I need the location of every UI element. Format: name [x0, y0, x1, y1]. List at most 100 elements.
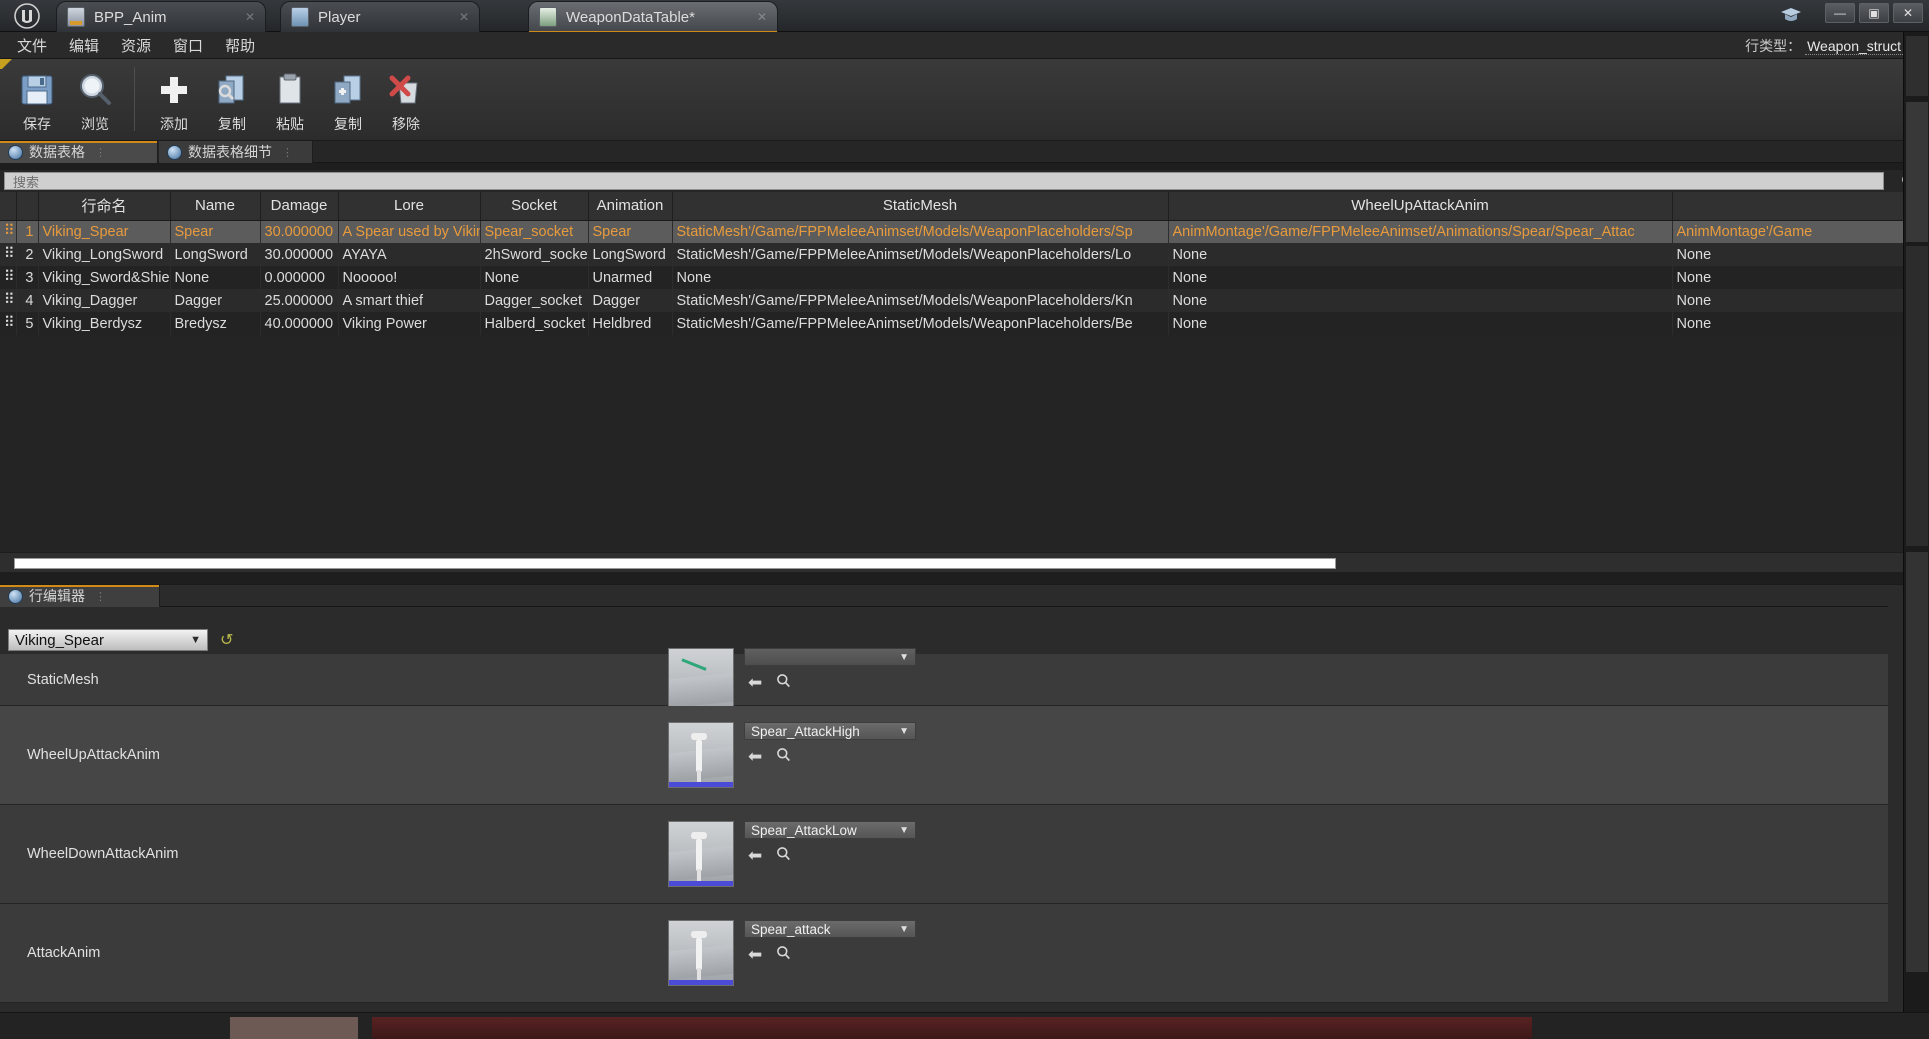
cell-staticmesh[interactable]: StaticMesh'/Game/FPPMeleeAnimset/Models/…	[672, 243, 1169, 266]
cell-socket[interactable]: Dagger_socket	[480, 289, 589, 312]
cell-lore[interactable]: AYAYA	[338, 243, 481, 266]
table-row[interactable]: ⠿ 3 Viking_Sword&Shield None 0.000000 No…	[0, 266, 1917, 289]
row-type-value[interactable]: Weapon_struct	[1805, 38, 1903, 55]
cell-animation[interactable]: Unarmed	[588, 266, 673, 289]
cell-socket[interactable]: None	[480, 266, 589, 289]
cell-lore[interactable]: A Spear used by Viking	[338, 220, 481, 243]
cell-row-name[interactable]: Viking_Dagger	[38, 289, 171, 312]
tab-close-icon[interactable]: ✕	[231, 10, 255, 24]
scrollbar-thumb[interactable]	[14, 558, 1336, 569]
cell-wheelupattackanim[interactable]: None	[1168, 289, 1673, 312]
row-drag-handle[interactable]: ⠿	[0, 266, 17, 289]
cell-name[interactable]: Spear	[170, 220, 261, 243]
cell-socket[interactable]: Spear_socket	[480, 220, 589, 243]
cell-damage[interactable]: 40.000000	[260, 312, 339, 335]
menu-assets[interactable]: 资源	[110, 32, 162, 59]
graduation-cap-icon[interactable]	[1779, 4, 1803, 26]
header-staticmesh[interactable]: StaticMesh	[672, 192, 1169, 221]
duplicate-row-button[interactable]: 复制	[205, 63, 259, 138]
cell-extra[interactable]: None	[1672, 289, 1917, 312]
cell-lore[interactable]: Nooooo!	[338, 266, 481, 289]
table-row[interactable]: ⠿ 2 Viking_LongSword LongSword 30.000000…	[0, 243, 1917, 266]
header-extra[interactable]	[1672, 192, 1917, 221]
tab-options-icon[interactable]: ⋮	[282, 146, 294, 159]
browse-asset-icon[interactable]	[776, 747, 791, 765]
cell-socket[interactable]: 2hSword_socket	[480, 243, 589, 266]
menu-help[interactable]: 帮助	[214, 32, 266, 59]
cell-row-name[interactable]: Viking_Berdysz	[38, 312, 171, 335]
cell-animation[interactable]: Dagger	[588, 289, 673, 312]
menu-file[interactable]: 文件	[6, 32, 58, 59]
search-input[interactable]: 搜索	[4, 172, 1884, 190]
tab-options-icon[interactable]: ⋮	[95, 146, 107, 159]
browse-asset-icon[interactable]	[776, 846, 791, 864]
table-row[interactable]: ⠿ 4 Viking_Dagger Dagger 25.000000 A sma…	[0, 289, 1917, 312]
minimize-button[interactable]: —	[1825, 3, 1855, 23]
cell-row-name[interactable]: Viking_Sword&Shield	[38, 266, 171, 289]
row-drag-handle[interactable]: ⠿	[0, 220, 17, 243]
cell-wheelupattackanim[interactable]: None	[1168, 243, 1673, 266]
asset-combo-staticmesh[interactable]: ▼	[744, 648, 916, 666]
asset-combo-wheelupattackanim[interactable]: Spear_AttackHigh ▼	[744, 722, 916, 740]
cell-damage[interactable]: 0.000000	[260, 266, 339, 289]
header-damage[interactable]: Damage	[260, 192, 339, 221]
remove-row-button[interactable]: 移除	[379, 63, 433, 138]
row-type-selector[interactable]: 行类型： Weapon_struct	[1745, 36, 1921, 56]
animation-preview-thumbnail[interactable]	[668, 920, 734, 986]
paste-row-button[interactable]: 粘贴	[263, 63, 317, 138]
copy-row-button[interactable]: 复制	[321, 63, 375, 138]
header-animation[interactable]: Animation	[588, 192, 673, 221]
cell-animation[interactable]: Heldbred	[588, 312, 673, 335]
tab-row-editor[interactable]: 行编辑器 ⋮	[0, 585, 160, 607]
cell-staticmesh[interactable]: StaticMesh'/Game/FPPMeleeAnimset/Models/…	[672, 220, 1169, 243]
cell-wheelupattackanim[interactable]: None	[1168, 266, 1673, 289]
tab-data-table[interactable]: 数据表格 ⋮	[0, 141, 158, 163]
cell-damage[interactable]: 25.000000	[260, 289, 339, 312]
use-selected-asset-icon[interactable]: ⬅	[748, 847, 762, 864]
use-selected-asset-icon[interactable]: ⬅	[748, 674, 762, 691]
menu-window[interactable]: 窗口	[162, 32, 214, 59]
cell-socket[interactable]: Halberd_socket	[480, 312, 589, 335]
row-selector-dropdown[interactable]: Viking_Spear ▼	[8, 629, 208, 651]
staticmesh-preview-thumbnail[interactable]	[668, 648, 734, 714]
header-socket[interactable]: Socket	[480, 192, 589, 221]
cell-staticmesh[interactable]: None	[672, 266, 1169, 289]
cell-row-name[interactable]: Viking_Spear	[38, 220, 171, 243]
add-row-button[interactable]: 添加	[147, 63, 201, 138]
tab-options-icon[interactable]: ⋮	[95, 590, 107, 603]
editor-tab-bpp-anim[interactable]: BPP_Anim ✕	[56, 1, 266, 32]
cell-damage[interactable]: 30.000000	[260, 220, 339, 243]
browse-asset-icon[interactable]	[776, 673, 791, 691]
row-drag-handle[interactable]: ⠿	[0, 289, 17, 312]
cell-name[interactable]: LongSword	[170, 243, 261, 266]
maximize-button[interactable]: ▣	[1859, 3, 1889, 23]
table-row[interactable]: ⠿ 1 Viking_Spear Spear 30.000000 A Spear…	[0, 220, 1917, 243]
cell-animation[interactable]: Spear	[588, 220, 673, 243]
cell-lore[interactable]: A smart thief	[338, 289, 481, 312]
asset-combo-attackanim[interactable]: Spear_attack ▼	[744, 920, 916, 938]
reset-arrow-icon[interactable]: ↺	[220, 630, 233, 650]
header-lore[interactable]: Lore	[338, 192, 481, 221]
table-row[interactable]: ⠿ 5 Viking_Berdysz Bredysz 40.000000 Vik…	[0, 312, 1917, 335]
cell-damage[interactable]: 30.000000	[260, 243, 339, 266]
cell-wheelupattackanim[interactable]: None	[1168, 312, 1673, 335]
taskbar-item[interactable]	[230, 1017, 358, 1039]
cell-extra[interactable]: None	[1672, 243, 1917, 266]
editor-tab-player[interactable]: Player ✕	[280, 1, 480, 32]
cell-extra[interactable]: None	[1672, 312, 1917, 335]
close-button[interactable]: ✕	[1893, 3, 1923, 23]
browse-asset-icon[interactable]	[776, 945, 791, 963]
use-selected-asset-icon[interactable]: ⬅	[748, 748, 762, 765]
tab-data-table-details[interactable]: 数据表格细节 ⋮	[159, 141, 313, 163]
cell-animation[interactable]: LongSword	[588, 243, 673, 266]
save-button[interactable]: 保存	[10, 63, 64, 138]
menu-edit[interactable]: 编辑	[58, 32, 110, 59]
table-horizontal-scrollbar[interactable]	[0, 552, 1929, 572]
cell-name[interactable]: Bredysz	[170, 312, 261, 335]
cell-extra[interactable]: None	[1672, 266, 1917, 289]
cell-extra[interactable]: AnimMontage'/Game	[1672, 220, 1917, 243]
header-name[interactable]: Name	[170, 192, 261, 221]
row-drag-handle[interactable]: ⠿	[0, 312, 17, 335]
use-selected-asset-icon[interactable]: ⬅	[748, 946, 762, 963]
tab-close-icon[interactable]: ✕	[445, 10, 469, 24]
